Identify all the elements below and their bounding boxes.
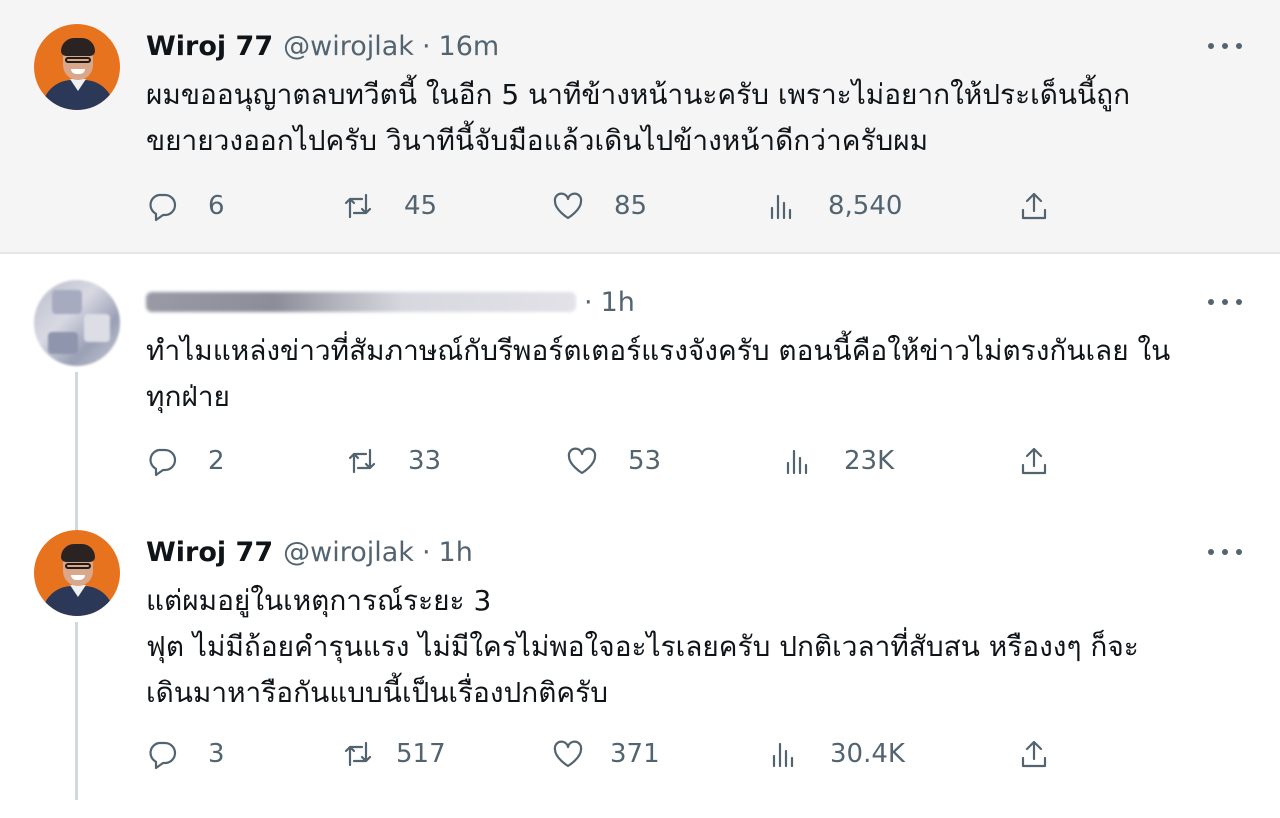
retweet-button[interactable]: 33 — [346, 441, 441, 481]
avatar[interactable] — [34, 280, 120, 366]
display-name[interactable]: Wiroj 77 — [146, 31, 273, 62]
share-button[interactable] — [1018, 734, 1050, 774]
views-button[interactable]: 30.4K — [768, 734, 905, 774]
share-button[interactable] — [1018, 186, 1050, 226]
action-bar: 6 45 85 8,540 — [146, 186, 1066, 226]
tweet[interactable]: Wiroj 77 @wirojlak · 16m ผมขออนุญาตลบทวี… — [0, 0, 1280, 253]
reply-count: 6 — [208, 191, 225, 221]
views-button[interactable]: 8,540 — [766, 186, 902, 226]
view-count: 23K — [844, 446, 895, 476]
retweet-count: 517 — [396, 739, 446, 769]
reply-icon — [149, 448, 177, 477]
tweet-text: ผมขออนุญาตลบทวีตนี้ ในอีก 5 นาทีข้างหน้า… — [146, 78, 1131, 157]
views-icon — [770, 194, 792, 220]
reply-count: 2 — [208, 446, 225, 476]
retweet-icon — [344, 741, 372, 767]
tweet[interactable]: Wiroj 77 @wirojlak · 1h แต่ผมอยู่ในเหตุก… — [0, 524, 1280, 818]
share-icon — [1021, 192, 1047, 220]
like-button[interactable]: 371 — [552, 734, 660, 774]
view-count: 30.4K — [830, 739, 905, 769]
timestamp[interactable]: 1h — [601, 287, 635, 318]
avatar[interactable] — [34, 530, 120, 616]
views-icon — [772, 742, 794, 768]
retweet-count: 45 — [404, 191, 438, 221]
separator: · — [421, 30, 431, 62]
thread-line — [75, 622, 78, 800]
heart-icon — [553, 740, 583, 768]
tweet-header: Wiroj 77 @wirojlak · 16m — [146, 28, 499, 64]
tweet[interactable]: · 1h ทำไมแหล่งข่าวที่สัมภาษณ์กับรีพอร์ตเ… — [0, 254, 1280, 524]
heart-icon — [567, 447, 597, 475]
share-icon — [1021, 447, 1047, 475]
reply-icon — [149, 741, 177, 770]
like-button[interactable]: 53 — [566, 441, 661, 481]
reply-button[interactable]: 2 — [146, 441, 225, 481]
timestamp[interactable]: 16m — [439, 31, 500, 62]
like-count: 53 — [628, 446, 662, 476]
reply-button[interactable]: 6 — [146, 186, 225, 226]
view-count: 8,540 — [828, 191, 903, 221]
more-options-icon[interactable] — [1208, 292, 1242, 312]
user-handle[interactable]: @wirojlak — [283, 31, 414, 62]
retweet-count: 33 — [408, 446, 442, 476]
like-button[interactable]: 85 — [552, 186, 647, 226]
tweet-header: · 1h — [146, 284, 635, 320]
like-count: 85 — [614, 191, 648, 221]
tweet-text: แต่ผมอยู่ในเหตุการณ์ระยะ 3 ฟุต ไม่มีถ้อย… — [146, 584, 1139, 709]
retweet-icon — [344, 193, 372, 219]
heart-icon — [553, 192, 583, 220]
user-handle[interactable]: @wirojlak — [283, 537, 414, 568]
reply-count: 3 — [208, 739, 225, 769]
retweet-icon — [348, 448, 376, 474]
separator: · — [584, 286, 593, 318]
like-count: 371 — [610, 739, 660, 769]
reply-icon — [149, 193, 177, 222]
separator: · — [421, 536, 431, 568]
views-button[interactable]: 23K — [782, 441, 894, 481]
share-button[interactable] — [1018, 441, 1050, 481]
retweet-button[interactable]: 517 — [342, 734, 446, 774]
share-icon — [1021, 740, 1047, 768]
tweet-text: ทำไมแหล่งข่าวที่สัมภาษณ์กับรีพอร์ตเตอร์แ… — [146, 334, 1171, 413]
tweet-header: Wiroj 77 @wirojlak · 1h — [146, 534, 473, 570]
action-bar: 2 33 53 23K — [146, 441, 1066, 481]
more-options-icon[interactable] — [1208, 36, 1242, 56]
display-name[interactable]: Wiroj 77 — [146, 537, 273, 568]
thread-line — [75, 372, 78, 524]
avatar[interactable] — [34, 24, 120, 110]
blurred-display-name[interactable] — [146, 292, 576, 312]
more-options-icon[interactable] — [1208, 542, 1242, 562]
timestamp[interactable]: 1h — [439, 537, 473, 568]
action-bar: 3 517 371 30.4K — [146, 734, 1066, 774]
views-icon — [786, 449, 808, 475]
reply-button[interactable]: 3 — [146, 734, 225, 774]
retweet-button[interactable]: 45 — [342, 186, 437, 226]
